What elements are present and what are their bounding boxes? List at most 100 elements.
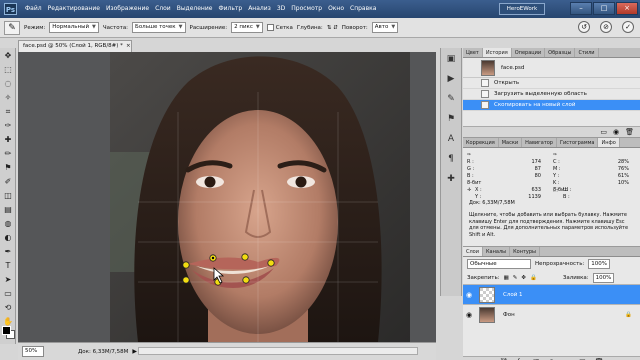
- eye-icon[interactable]: ◉: [463, 311, 475, 319]
- lasso-tool-icon[interactable]: ◌: [1, 77, 15, 90]
- fill-field[interactable]: 100%: [592, 272, 615, 283]
- puppet-pin[interactable]: [242, 276, 250, 284]
- lock-pixels-icon[interactable]: ✎: [513, 275, 518, 281]
- camera-snapshot-icon[interactable]: ◉: [613, 127, 619, 137]
- clone-stamp-tool-icon[interactable]: ⚑: [1, 161, 15, 174]
- opacity-value: 100%: [591, 261, 608, 267]
- grid-checkbox-wrap[interactable]: Сетка: [266, 24, 293, 31]
- brush-panel-icon[interactable]: ✎: [443, 92, 459, 106]
- tab-actions[interactable]: Операции: [512, 48, 546, 57]
- foreground-color[interactable]: [2, 326, 11, 335]
- type-tool-icon[interactable]: T: [1, 259, 15, 272]
- puppet-pin[interactable]: [241, 253, 249, 261]
- status-bar: 50% Док: 6,33M/7,58M ▶: [18, 342, 436, 360]
- commit-icon[interactable]: ✓: [622, 21, 634, 33]
- layer-row[interactable]: ◉ Фон 🔒: [463, 304, 640, 324]
- menu-3d[interactable]: 3D: [274, 0, 288, 18]
- close-icon[interactable]: ×: [126, 43, 131, 49]
- grid-checkbox[interactable]: [266, 24, 274, 31]
- document-canvas[interactable]: [18, 52, 436, 342]
- actions-panel-icon[interactable]: ▶: [443, 72, 459, 86]
- lock-transparency-icon[interactable]: ▦: [504, 275, 509, 281]
- puppet-pin[interactable]: [182, 261, 190, 269]
- new-document-icon[interactable]: ▭: [600, 127, 607, 137]
- menu-filter[interactable]: Фильтр: [215, 0, 245, 18]
- puppet-pin[interactable]: [182, 276, 190, 284]
- character-panel-icon[interactable]: A: [443, 132, 459, 146]
- dodge-tool-icon[interactable]: ◐: [1, 231, 15, 244]
- expansion-field[interactable]: 2 пикс ▼: [231, 22, 263, 33]
- document-tab[interactable]: face.psd @ 50% (Слой 1, RGB/8#) * ×: [18, 40, 132, 52]
- menu-analysis[interactable]: Анализ: [245, 0, 274, 18]
- tab-masks[interactable]: Маски: [499, 138, 523, 147]
- tab-histogram[interactable]: Гистограмма: [557, 138, 599, 147]
- history-item[interactable]: Загрузить выделенную область: [463, 89, 640, 100]
- layer-name[interactable]: Слой 1: [503, 292, 523, 298]
- layer-name[interactable]: Фон: [503, 312, 515, 318]
- move-tool-icon[interactable]: ✥: [1, 49, 15, 62]
- layer-row-selected[interactable]: ◉ Слой 1: [463, 284, 640, 304]
- path-select-tool-icon[interactable]: ➤: [1, 273, 15, 286]
- lock-all-icon[interactable]: 🔒: [530, 275, 537, 281]
- puppet-pin[interactable]: [267, 259, 275, 267]
- pin-depth-icons[interactable]: ⇅ ⇵: [327, 25, 338, 31]
- status-menu-arrow-icon[interactable]: ▶: [132, 348, 137, 355]
- close-button[interactable]: ×: [616, 2, 638, 15]
- eraser-tool-icon[interactable]: ◫: [1, 189, 15, 202]
- tab-navigator[interactable]: Навигатор: [522, 138, 557, 147]
- workspace-switcher[interactable]: HeroEWork: [499, 3, 545, 15]
- tab-info[interactable]: Инфо: [598, 138, 620, 147]
- eyedropper-tool-icon[interactable]: ✑: [1, 119, 15, 132]
- menu-layers[interactable]: Слои: [152, 0, 174, 18]
- gradient-tool-icon[interactable]: ▤: [1, 203, 15, 216]
- history-snapshot[interactable]: face.psd: [463, 58, 640, 78]
- tab-channels[interactable]: Каналы: [483, 247, 511, 256]
- blur-tool-icon[interactable]: ◍: [1, 217, 15, 230]
- tab-swatches[interactable]: Образцы: [545, 48, 576, 57]
- maximize-button[interactable]: □: [593, 2, 615, 15]
- menu-window[interactable]: Окно: [325, 0, 347, 18]
- healing-brush-tool-icon[interactable]: ✚: [1, 133, 15, 146]
- marquee-tool-icon[interactable]: ⬚: [1, 63, 15, 76]
- trash-icon[interactable]: 🗑: [625, 127, 634, 137]
- tab-paths[interactable]: Контуры: [510, 247, 540, 256]
- tool-presets-icon[interactable]: ✚: [443, 172, 459, 186]
- quick-select-tool-icon[interactable]: ✧: [1, 91, 15, 104]
- paragraph-panel-icon[interactable]: ¶: [443, 152, 459, 166]
- clone-source-icon[interactable]: ⚑: [443, 112, 459, 126]
- history-brush-tool-icon[interactable]: ✐: [1, 175, 15, 188]
- menu-view[interactable]: Просмотр: [288, 0, 325, 18]
- menu-image[interactable]: Изображение: [103, 0, 152, 18]
- pen-tool-icon[interactable]: ✒: [1, 245, 15, 258]
- menu-select[interactable]: Выделение: [174, 0, 216, 18]
- spot-healing-brush-icon[interactable]: ✎: [4, 20, 20, 35]
- zoom-field[interactable]: 50%: [22, 346, 44, 357]
- crop-tool-icon[interactable]: ⌗: [1, 105, 15, 118]
- 3d-rotate-tool-icon[interactable]: ⟲: [1, 301, 15, 314]
- menu-help[interactable]: Справка: [347, 0, 379, 18]
- history-item-selected[interactable]: Скопировать на новый слой: [463, 100, 640, 111]
- tab-layers[interactable]: Слои: [463, 247, 483, 256]
- history-panel-icon[interactable]: ▣: [443, 52, 459, 66]
- shape-tool-icon[interactable]: ▭: [1, 287, 15, 300]
- tab-adjustments[interactable]: Коррекция: [463, 138, 499, 147]
- tab-styles[interactable]: Стили: [575, 48, 599, 57]
- lock-position-icon[interactable]: ✥: [521, 275, 526, 281]
- opacity-field[interactable]: 100%: [588, 259, 611, 269]
- cancel-icon[interactable]: ⊘: [600, 21, 612, 33]
- brush-tool-icon[interactable]: ✏: [1, 147, 15, 160]
- reset-icon[interactable]: ↺: [578, 21, 590, 33]
- density-select[interactable]: Больше точек ▼: [132, 22, 186, 33]
- eye-icon[interactable]: ◉: [463, 291, 475, 299]
- menu-edit[interactable]: Редактирование: [45, 0, 103, 18]
- mode-select[interactable]: Нормальный ▼: [49, 22, 99, 33]
- horizontal-scrollbar[interactable]: [138, 347, 418, 355]
- history-item[interactable]: Открыть: [463, 78, 640, 89]
- menu-file[interactable]: Файл: [22, 0, 45, 18]
- rotation-select[interactable]: Авто ▼: [371, 22, 399, 33]
- minimize-button[interactable]: –: [570, 2, 592, 15]
- tab-color[interactable]: Цвет: [463, 48, 483, 57]
- canvas-area[interactable]: [18, 52, 436, 342]
- blend-mode-select[interactable]: Обычные: [467, 259, 531, 269]
- tab-history[interactable]: История: [482, 48, 512, 57]
